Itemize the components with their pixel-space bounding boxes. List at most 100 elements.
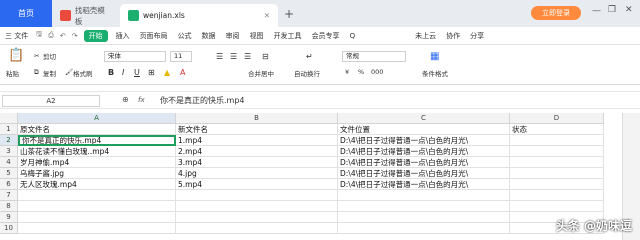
cell-A6[interactable]: 无人区玫瑰.mp4	[18, 179, 176, 190]
cell-C10[interactable]	[338, 223, 510, 234]
wrap-text-icon[interactable]: ↵	[306, 52, 313, 61]
align-left-icon[interactable]: ☰	[216, 52, 223, 61]
row-header[interactable]: 7	[0, 190, 18, 201]
cond-format-button[interactable]: 条件格式	[422, 68, 448, 78]
cell-A9[interactable]	[18, 212, 176, 223]
new-tab-icon[interactable]: +	[284, 7, 294, 21]
menu-member[interactable]: 会员专享	[307, 31, 345, 41]
cell-C9[interactable]	[338, 212, 510, 223]
wrap-text-button[interactable]: 自动换行	[294, 68, 320, 78]
currency-button[interactable]: ¥	[345, 68, 349, 76]
undo-icon[interactable]: ↶	[57, 32, 69, 40]
column-header-A[interactable]: A	[18, 113, 176, 124]
cell-D3[interactable]	[510, 146, 604, 157]
cell-B9[interactable]	[176, 212, 338, 223]
cell-B1[interactable]: 新文件名	[176, 124, 338, 135]
cell-A3[interactable]: 山茶花读不懂白玫瑰..mp4	[18, 146, 176, 157]
paste-button[interactable]: 粘贴	[6, 68, 19, 78]
zoom-icon[interactable]: ⊕	[122, 95, 129, 104]
underline-icon[interactable]: U	[134, 68, 140, 77]
column-header-D[interactable]: D	[510, 113, 604, 124]
cell-B2[interactable]: 1.mp4	[176, 135, 338, 146]
copy-icon[interactable]: ⧉	[34, 68, 39, 77]
cell-C8[interactable]	[338, 201, 510, 212]
menu-page-layout[interactable]: 页面布局	[135, 31, 173, 41]
row-header[interactable]: 4	[0, 157, 18, 168]
cell-D8[interactable]	[510, 201, 604, 212]
close-tab-icon[interactable]: ✕	[264, 11, 270, 20]
cut-button[interactable]: 剪切	[43, 51, 56, 61]
format-painter-button[interactable]: 格式刷	[73, 68, 93, 78]
row-header[interactable]: 1	[0, 124, 18, 135]
column-header-B[interactable]: B	[176, 113, 338, 124]
cell-A7[interactable]	[18, 190, 176, 201]
cloud-status[interactable]: 未上云	[410, 31, 441, 41]
close-window-icon[interactable]: ✕	[625, 5, 633, 15]
cut-icon[interactable]: ✂	[34, 52, 39, 60]
restore-icon[interactable]: ❐	[608, 5, 616, 15]
cell-B4[interactable]: 3.mp4	[176, 157, 338, 168]
cell-B10[interactable]	[176, 223, 338, 234]
cell-D6[interactable]	[510, 179, 604, 190]
menu-data[interactable]: 数据	[197, 31, 221, 41]
percent-button[interactable]: %	[358, 68, 364, 76]
menu-formulas[interactable]: 公式	[173, 31, 197, 41]
row-header[interactable]: 9	[0, 212, 18, 223]
cond-format-icon[interactable]: ▦	[430, 51, 439, 62]
cell-B3[interactable]: 2.mp4	[176, 146, 338, 157]
cell-B7[interactable]	[176, 190, 338, 201]
redo-icon[interactable]: ↷	[69, 32, 81, 40]
cell-C7[interactable]	[338, 190, 510, 201]
cell-D1[interactable]: 状态	[510, 124, 604, 135]
cell-C3[interactable]: D:\4\把日子过得普通一点\白色的月光\	[338, 146, 510, 157]
row-header[interactable]: 5	[0, 168, 18, 179]
align-right-icon[interactable]: ☰	[244, 52, 251, 61]
minimize-icon[interactable]: —	[592, 6, 601, 16]
cell-D7[interactable]	[510, 190, 604, 201]
cell-C5[interactable]: D:\4\把日子过得普通一点\白色的月光\	[338, 168, 510, 179]
align-center-icon[interactable]: ☰	[230, 52, 237, 61]
cell-B5[interactable]: 4.jpg	[176, 168, 338, 179]
cell-B8[interactable]	[176, 201, 338, 212]
collab-button[interactable]: 协作	[441, 31, 465, 41]
fx-icon[interactable]: fx	[138, 96, 145, 104]
font-color-icon[interactable]: A	[180, 68, 185, 77]
search-icon[interactable]: Q	[345, 32, 361, 40]
menu-insert[interactable]: 插入	[111, 31, 135, 41]
cell-C2[interactable]: D:\4\把日子过得普通一点\白色的月光\	[338, 135, 510, 146]
font-size-select[interactable]: 11	[170, 51, 192, 62]
cell-D2[interactable]	[510, 135, 604, 146]
login-button[interactable]: 立即登录	[531, 6, 581, 20]
row-header[interactable]: 10	[0, 223, 18, 234]
number-format-select[interactable]: 常规	[342, 51, 406, 62]
cell-A1[interactable]: 原文件名	[18, 124, 176, 135]
italic-icon[interactable]: I	[122, 68, 124, 77]
quick-print-icon[interactable]: ⎙	[45, 31, 57, 40]
share-button[interactable]: 分享	[465, 31, 489, 41]
menu-view[interactable]: 视图	[245, 31, 269, 41]
merge-center-button[interactable]: 合并居中	[248, 68, 274, 78]
row-header[interactable]: 8	[0, 201, 18, 212]
row-header[interactable]: 3	[0, 146, 18, 157]
cell-C4[interactable]: D:\4\把日子过得普通一点\白色的月光\	[338, 157, 510, 168]
column-header-C[interactable]: C	[338, 113, 510, 124]
merge-center-icon[interactable]: ⊟	[262, 52, 269, 61]
tab-templates[interactable]: 找稻壳模板	[52, 4, 120, 27]
cell-D5[interactable]	[510, 168, 604, 179]
file-menu[interactable]: 三 文件	[0, 31, 33, 41]
cell-C1[interactable]: 文件位置	[338, 124, 510, 135]
cell-D4[interactable]	[510, 157, 604, 168]
cell-A2[interactable]: 你不是真正的快乐.mp4	[18, 135, 176, 146]
cell-A4[interactable]: 岁月神偷.mp4	[18, 157, 176, 168]
menu-review[interactable]: 审阅	[221, 31, 245, 41]
cell-A5[interactable]: 乌梅子酱.jpg	[18, 168, 176, 179]
tab-file[interactable]: wenjian.xls ✕	[120, 4, 278, 27]
row-header[interactable]: 6	[0, 179, 18, 190]
tab-home[interactable]: 首页	[0, 0, 52, 27]
thousands-button[interactable]: 000	[371, 68, 383, 76]
copy-button[interactable]: 复制	[43, 68, 56, 78]
row-header[interactable]: 2	[0, 135, 18, 146]
cell-A10[interactable]	[18, 223, 176, 234]
paste-icon[interactable]: 📋	[8, 48, 24, 63]
cell-B6[interactable]: 5.mp4	[176, 179, 338, 190]
